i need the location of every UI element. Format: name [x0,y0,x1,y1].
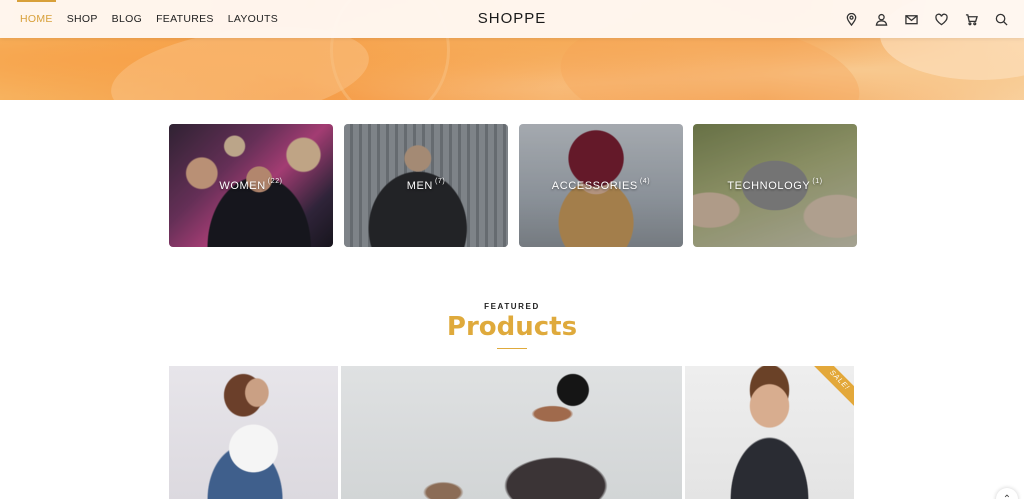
site-logo[interactable]: SHOPPE [478,10,547,27]
sale-badge: SALE! [809,366,854,411]
category-card-women[interactable]: WOMEN (22) [169,124,333,247]
category-card-technology[interactable]: TECHNOLOGY (1) [693,124,857,247]
product-card[interactable]: SALE! [685,366,854,499]
category-label: ACCESSORIES (4) [551,178,651,192]
title-underline [497,348,527,349]
nav-link-features[interactable]: FEATURES [156,0,214,38]
category-count: (7) [434,178,446,185]
category-count: (4) [639,178,651,185]
location-pin-icon[interactable] [836,0,866,38]
cart-icon[interactable] [956,0,986,38]
category-label: MEN (7) [406,178,446,192]
category-count: (22) [267,178,283,185]
scroll-to-top-button[interactable]: ⌃ [996,488,1018,499]
nav-link-blog[interactable]: BLOG [112,0,142,38]
user-icon[interactable] [866,0,896,38]
nav-link-layouts[interactable]: LAYOUTS [228,0,278,38]
section-title: Products [446,312,578,342]
category-label: TECHNOLOGY (1) [727,178,823,192]
category-count: (1) [812,178,823,185]
heart-icon[interactable] [926,0,956,38]
category-card-accessories[interactable]: ACCESSORIES (4) [519,124,683,247]
search-icon[interactable] [986,0,1016,38]
nav-link-home[interactable]: HOME [17,0,56,38]
category-card-men[interactable]: MEN (7) [344,124,508,247]
product-card[interactable] [169,366,338,499]
nav-link-shop[interactable]: SHOP [67,0,98,38]
nav-icon-bar [836,0,1016,38]
mail-icon[interactable] [896,0,926,38]
category-label: WOMEN (22) [219,178,283,192]
product-card[interactable] [341,366,682,499]
top-navigation: HOME SHOP BLOG FEATURES LAYOUTS SHOPPE [0,0,1024,38]
section-eyebrow: FEATURED [484,302,540,311]
main-menu: HOME SHOP BLOG FEATURES LAYOUTS [17,0,292,38]
chevron-up-icon: ⌃ [1002,493,1012,499]
